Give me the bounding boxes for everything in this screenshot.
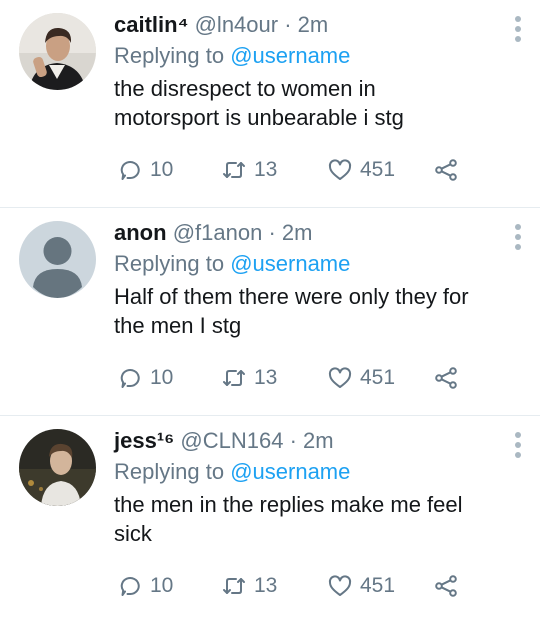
like-count: 451 [360, 366, 396, 389]
tweet-content: jess¹⁶ @CLN164 · 2m Replying to @usernam… [114, 426, 500, 548]
mention-link[interactable]: @username [230, 251, 350, 276]
tweet-text-line: the men I stg [114, 313, 242, 338]
retweet-icon [223, 370, 245, 386]
tweet-header: jess¹⁶ @CLN164 · 2m [114, 426, 500, 456]
replying-to: Replying to @username [114, 249, 500, 279]
tweet-header: anon @f1anon · 2m [114, 218, 500, 248]
timestamp[interactable]: 2m [298, 12, 329, 37]
display-name[interactable]: caitlin⁴ [114, 12, 188, 37]
share-button[interactable] [434, 363, 458, 393]
retweet-count: 13 [254, 158, 278, 181]
user-handle[interactable]: @ln4our [195, 12, 279, 37]
tweet-text: the men in the replies make me feel sick [114, 490, 500, 548]
mention-link[interactable]: @username [230, 459, 350, 484]
retweet-icon [223, 162, 245, 178]
tweet-text-line: the men in the replies make me feel [114, 492, 463, 517]
tweet-content: anon @f1anon · 2m Replying to @username … [114, 218, 500, 340]
like-count: 451 [360, 158, 396, 181]
like-count: 451 [360, 574, 396, 597]
timestamp[interactable]: 2m [282, 220, 313, 245]
replying-to-label: Replying to [114, 459, 225, 484]
retweet-button[interactable]: 13 [222, 571, 277, 601]
tweet-actions: 10 13 451 [114, 571, 474, 601]
tweet-content: caitlin⁴ @ln4our · 2m Replying to @usern… [114, 10, 500, 132]
avatar[interactable] [19, 429, 96, 506]
reply-feed: caitlin⁴ @ln4our · 2m Replying to @usern… [0, 0, 540, 621]
heart-icon [328, 159, 352, 180]
tweet[interactable]: jess¹⁶ @CLN164 · 2m Replying to @usernam… [0, 416, 540, 621]
share-icon [435, 159, 457, 181]
reply-icon [120, 161, 140, 180]
reply-count: 10 [150, 366, 174, 389]
like-button[interactable]: 451 [328, 155, 395, 185]
tweet-text: the disrespect to women in motorsport is… [114, 74, 500, 132]
separator-dot: · [289, 428, 297, 453]
share-button[interactable] [434, 155, 458, 185]
separator-dot: · [268, 220, 276, 245]
heart-icon [328, 575, 352, 596]
tweet-header: caitlin⁴ @ln4our · 2m [114, 10, 500, 40]
tweet[interactable]: anon @f1anon · 2m Replying to @username … [0, 208, 540, 416]
tweet-text-line: the disrespect to women in [114, 76, 376, 101]
tweet-text: Half of them there were only they for th… [114, 282, 500, 340]
heart-icon [328, 367, 352, 388]
more-vertical-icon[interactable] [512, 432, 524, 458]
tweet-text-line: Half of them there were only they for [114, 284, 469, 309]
user-handle[interactable]: @CLN164 [180, 428, 283, 453]
retweet-count: 13 [254, 366, 278, 389]
retweet-button[interactable]: 13 [222, 363, 277, 393]
share-icon [435, 367, 457, 389]
tweet-actions: 10 13 451 [114, 363, 474, 393]
display-name[interactable]: anon [114, 220, 167, 245]
more-vertical-icon[interactable] [512, 16, 524, 42]
replying-to-label: Replying to [114, 251, 225, 276]
retweet-button[interactable]: 13 [222, 155, 277, 185]
replying-to: Replying to @username [114, 457, 500, 487]
avatar[interactable] [19, 221, 96, 298]
tweet[interactable]: caitlin⁴ @ln4our · 2m Replying to @usern… [0, 0, 540, 208]
reply-count: 10 [150, 158, 174, 181]
reply-button[interactable]: 10 [118, 571, 173, 601]
retweet-count: 13 [254, 574, 278, 597]
reply-button[interactable]: 10 [118, 363, 173, 393]
avatar[interactable] [19, 13, 96, 90]
mention-link[interactable]: @username [230, 43, 350, 68]
reply-count: 10 [150, 574, 174, 597]
display-name[interactable]: jess¹⁶ [114, 428, 174, 453]
timestamp[interactable]: 2m [303, 428, 334, 453]
tweet-text-line: motorsport is unbearable i stg [114, 105, 404, 130]
tweet-actions: 10 13 451 [114, 155, 474, 185]
replying-to-label: Replying to [114, 43, 225, 68]
reply-button[interactable]: 10 [118, 155, 173, 185]
reply-icon [120, 577, 140, 596]
like-button[interactable]: 451 [328, 571, 395, 601]
replying-to: Replying to @username [114, 41, 500, 71]
separator-dot: · [284, 12, 292, 37]
reply-icon [120, 369, 140, 388]
user-handle[interactable]: @f1anon [173, 220, 263, 245]
share-button[interactable] [434, 571, 458, 601]
more-vertical-icon[interactable] [512, 224, 524, 250]
tweet-text-line: sick [114, 521, 152, 546]
share-icon [435, 575, 457, 597]
like-button[interactable]: 451 [328, 363, 395, 393]
retweet-icon [223, 578, 245, 594]
